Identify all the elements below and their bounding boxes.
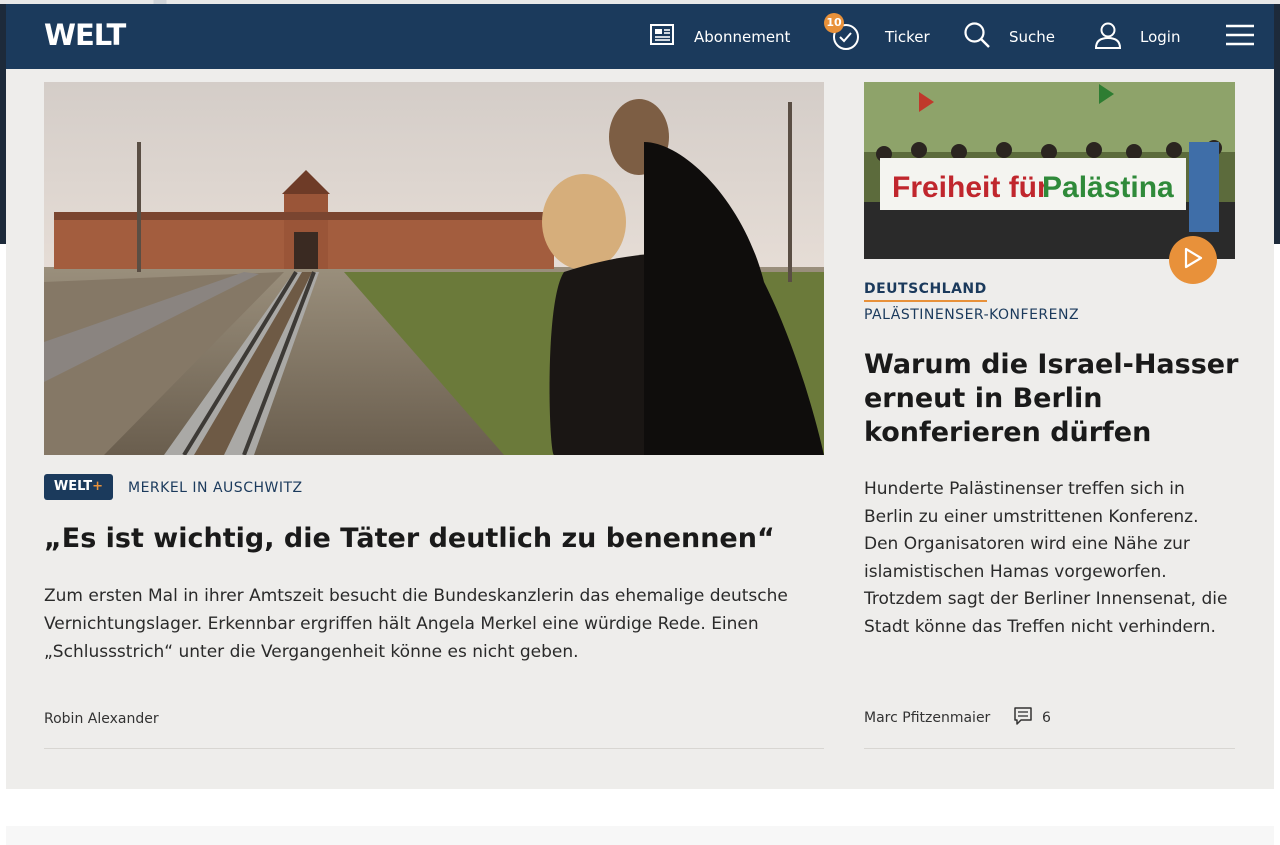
comment-count: 6	[1042, 710, 1051, 726]
divider	[864, 748, 1235, 749]
hamburger-menu-icon	[1226, 24, 1254, 50]
lead-article-author[interactable]: Robin Alexander	[44, 711, 159, 727]
side-article-headline[interactable]: Warum die Israel-Hasser erneut in Berlin…	[864, 348, 1244, 450]
nav-abonnement[interactable]: Abonnement	[650, 4, 790, 69]
nav-ticker[interactable]: 10 Ticker	[824, 4, 930, 69]
banner-text-green: Palästina	[1042, 171, 1174, 204]
nav-ticker-label: Ticker	[885, 27, 930, 46]
search-icon	[963, 21, 991, 53]
nav-suche[interactable]: Suche	[963, 4, 1055, 69]
lead-article-image[interactable]	[44, 82, 824, 455]
newspaper-icon	[650, 23, 676, 50]
nav-suche-label: Suche	[1009, 27, 1056, 46]
play-icon	[1183, 247, 1203, 273]
lead-article-kicker[interactable]: MERKEL IN AUSCHWITZ	[128, 480, 303, 496]
nav-abonnement-label: Abonnement	[694, 27, 791, 46]
comments-link[interactable]: 6	[1014, 707, 1051, 729]
banner-text-red: Freiheit für	[892, 171, 1049, 204]
divider	[44, 748, 824, 749]
site-header: WELT Abonnement 10 Ticker Suche Login	[6, 4, 1274, 69]
lead-article-headline[interactable]: „Es ist wichtig, die Täter deutlich zu b…	[44, 522, 824, 556]
nav-login[interactable]: Login	[1094, 4, 1180, 69]
side-article-kicker[interactable]: PALÄSTINENSER-KONFERENZ	[864, 307, 1079, 323]
video-play-button[interactable]	[1169, 236, 1217, 284]
nav-login-label: Login	[1140, 27, 1181, 46]
page-container: WELT Abonnement 10 Ticker Suche Login Fr…	[6, 4, 1274, 789]
side-article-rubric[interactable]: DEUTSCHLAND	[864, 281, 987, 302]
lead-article-teaser[interactable]: Zum ersten Mal in ihrer Amtszeit besucht…	[44, 582, 824, 666]
ticker-count-badge: 10	[824, 12, 844, 33]
welt-plus-badge-text: WELT	[53, 479, 93, 494]
footer-strip	[6, 826, 1274, 845]
side-article-image[interactable]: Freiheit für Palästina	[864, 82, 1235, 259]
menu-button[interactable]	[1226, 4, 1256, 69]
welt-plus-badge-plus: +	[92, 479, 104, 494]
user-icon	[1094, 21, 1122, 53]
side-article-author[interactable]: Marc Pfitzenmaier	[864, 710, 990, 726]
welt-plus-badge: WELT+	[44, 474, 113, 500]
clock-icon	[832, 23, 860, 55]
comment-icon	[1014, 707, 1032, 729]
welt-logo[interactable]: WELT	[44, 18, 126, 52]
side-article-teaser[interactable]: Hunderte Palästinenser treffen sich in B…	[864, 476, 1234, 641]
